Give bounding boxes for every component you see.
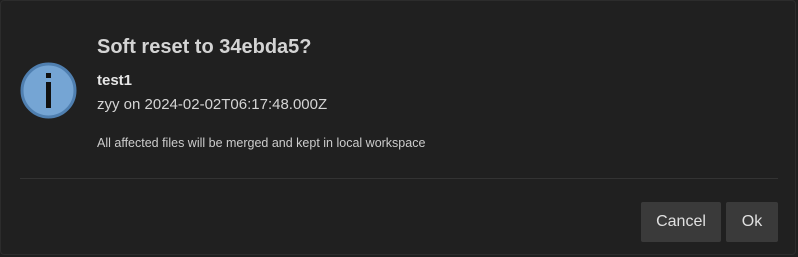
reset-note: All affected files will be merged and ke… bbox=[97, 136, 426, 150]
reset-confirm-dialog: Soft reset to 34ebda5? test1 zyy on 2024… bbox=[0, 0, 796, 255]
commit-message: test1 bbox=[97, 72, 133, 89]
divider bbox=[20, 178, 778, 179]
cancel-button[interactable]: Cancel bbox=[641, 202, 721, 242]
ok-button[interactable]: Ok bbox=[726, 202, 778, 242]
commit-author-date: zyy on 2024-02-02T06:17:48.000Z bbox=[97, 96, 328, 113]
dialog-title: Soft reset to 34ebda5? bbox=[97, 36, 312, 58]
info-icon bbox=[20, 62, 77, 119]
